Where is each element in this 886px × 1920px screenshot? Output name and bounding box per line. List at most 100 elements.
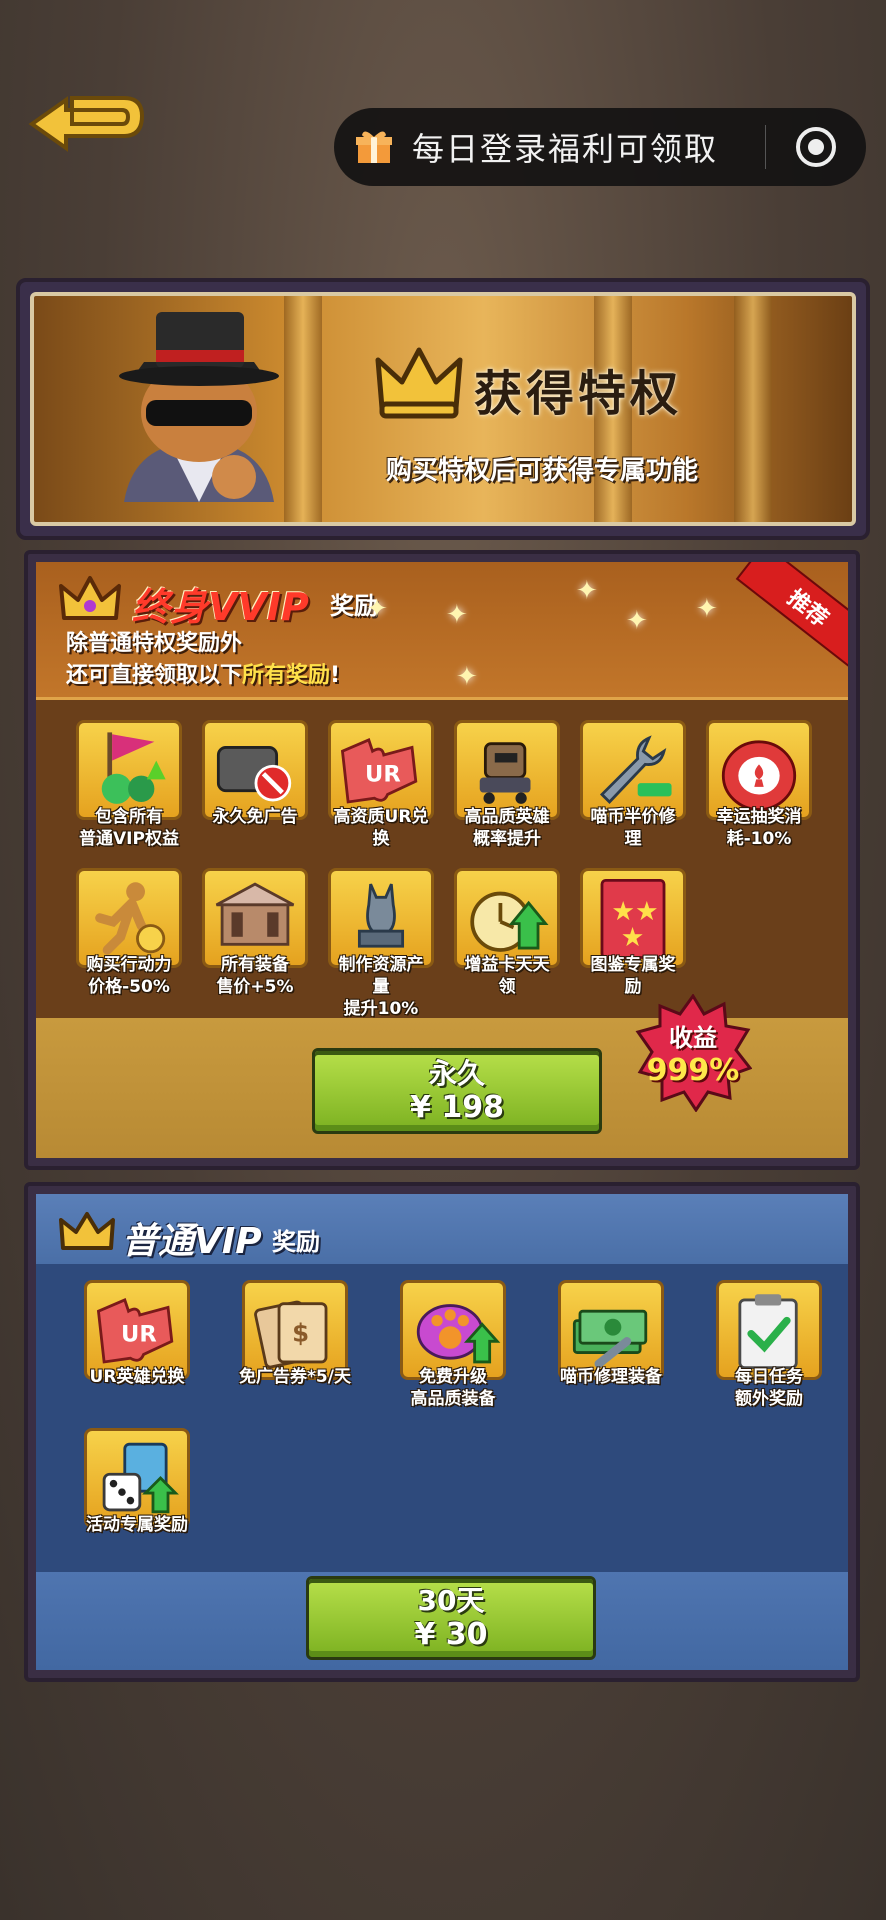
reward-label: 购买行动力 价格-50% [66, 954, 192, 998]
banner-title: 获得特权 [474, 366, 683, 422]
wrench-icon [580, 720, 686, 820]
reward-item[interactable]: 制作资源产量提升10% [318, 868, 444, 1020]
recommend-ribbon-label: 推荐 [782, 585, 833, 633]
reward-label: 喵币半价修理 [570, 806, 696, 850]
daily-login-text: 每日登录福利可领取 [412, 130, 719, 168]
sparkle-icon: ✦ [696, 594, 718, 624]
reward-item[interactable]: 免费升级 高品质装备 [374, 1280, 532, 1410]
reward-label-line1: 高资质UR兑 [333, 807, 429, 827]
crown-icon [375, 347, 463, 419]
buy-30day-duration: 30天 [417, 1584, 485, 1617]
burst-value: 999% [646, 1053, 740, 1088]
reward-label-line1: 制作资源产 [338, 955, 424, 975]
reward-item[interactable]: 包含所有 普通VIP权益 [66, 720, 192, 850]
daily-login-bar[interactable]: 每日登录福利可领取 [334, 108, 866, 186]
banner-subtitle: 购买特权后可获得专属功能 [386, 456, 699, 486]
back-arrow-icon [28, 96, 145, 152]
reward-item[interactable]: 喵币修理装备 [532, 1280, 690, 1410]
reward-label-line1: 喵币修理装备 [560, 1367, 662, 1387]
reward-label: 所有装备 售价+5% [192, 954, 318, 998]
ticket-cards-icon: $ [242, 1280, 348, 1380]
reward-label-line1: 图鉴专属奖 [590, 955, 676, 975]
svg-text:$: $ [292, 1318, 309, 1347]
vvip-header: 终身VVIP 奖励 除普通特权奖励外 还可直接领取以下所有奖励! ✦ ✦ ✦ ✦… [36, 562, 848, 700]
reward-label-line2: 售价+5% [216, 977, 294, 997]
reward-label-line1: 增益卡天天 [464, 955, 550, 975]
vvip-description: 除普通特权奖励外 还可直接领取以下所有奖励! [66, 628, 340, 692]
reward-item[interactable]: 永久免广告 [192, 720, 318, 850]
reward-label-line2: 价格-50% [88, 977, 170, 997]
reward-label-line2: 耗-10% [726, 829, 792, 849]
buy-lifetime-duration: 永久 [428, 1057, 485, 1090]
reward-label: 永久免广告 [192, 806, 318, 828]
reward-item[interactable]: 活动专属奖励 [58, 1428, 216, 1536]
runner-icon [76, 868, 182, 968]
reward-label: 活动专属奖励 [58, 1514, 216, 1536]
vip-title-suffix: 奖励 [272, 1228, 320, 1256]
sparkle-icon: ✦ [576, 576, 598, 606]
paw-upgrade-icon [400, 1280, 506, 1380]
reward-label-line2: 概率提升 [473, 829, 541, 849]
reward-item[interactable]: 喵币半价修理 [570, 720, 696, 850]
puzzle-ur-icon: UR [84, 1280, 190, 1380]
reward-label-line1: UR英雄兑换 [89, 1367, 185, 1387]
vvip-desc-line2: 还可直接领取以下所有奖励! [66, 663, 341, 688]
vvip-rewards-grid: 包含所有 普通VIP权益 永久免广告 UR 高资质UR兑换高品质英雄 概率提升 喵币半价修理… [66, 720, 826, 1038]
reward-label: 每日任务 额外奖励 [690, 1366, 848, 1410]
clipboard-check-icon [716, 1280, 822, 1380]
reward-label: 增益卡天天领 [444, 954, 570, 998]
reward-item[interactable]: 所有装备 售价+5% [192, 868, 318, 1020]
reward-label-line1: 免广告券*5/天 [239, 1367, 351, 1387]
reward-item[interactable]: 幸运抽奖消 耗-10% [696, 720, 822, 850]
no-ads-icon [202, 720, 308, 820]
vip-panel: 普通VIP 奖励 UR UR英雄兑换 $ 免广告券*5/天 免费升级 高品质装备 喵币修理装… [24, 1182, 860, 1682]
buy-lifetime-price: ¥ 198 [410, 1090, 504, 1125]
reward-item[interactable]: 每日任务 额外奖励 [690, 1280, 848, 1410]
sparkle-icon: ✦ [446, 600, 468, 630]
vvip-footer: 永久 ¥ 198 收益 999% [36, 994, 848, 1158]
vip-footer: 30天 ¥ 30 [36, 1572, 848, 1670]
svg-text:UR: UR [121, 1321, 157, 1347]
vvip-panel: 终身VVIP 奖励 除普通特权奖励外 还可直接领取以下所有奖励! ✦ ✦ ✦ ✦… [24, 550, 860, 1170]
back-button[interactable] [26, 86, 146, 156]
reward-item[interactable]: 增益卡天天领 [444, 868, 570, 1020]
target-icon[interactable] [766, 108, 866, 186]
sparkle-icon: ✦ [626, 606, 648, 636]
puzzle-ur-icon: UR [328, 720, 434, 820]
svg-text:UR: UR [365, 761, 401, 787]
sparkle-icon: ✦ [456, 662, 478, 692]
reward-label: 制作资源产量提升10% [318, 954, 444, 1020]
reward-label-line1: 包含所有 [95, 807, 163, 827]
reward-item[interactable]: 购买行动力 价格-50% [66, 868, 192, 1020]
purple-crown-icon [59, 576, 121, 620]
casino-chip-icon [706, 720, 812, 820]
reward-label-line2: 换 [372, 829, 390, 849]
profit-burst-badge: 收益 999% [634, 994, 752, 1112]
sparkle-icon: ✦ [366, 594, 388, 624]
stars-card-icon: ★★ ★ [580, 868, 686, 968]
reward-label-line1: 购买行动力 [86, 955, 172, 975]
reward-label: 幸运抽奖消 耗-10% [696, 806, 822, 850]
buy-lifetime-button[interactable]: 永久 ¥ 198 [312, 1048, 602, 1134]
buy-30day-button[interactable]: 30天 ¥ 30 [306, 1576, 596, 1660]
reward-label: 免广告券*5/天 [216, 1366, 374, 1388]
recommend-ribbon: 推荐 [735, 562, 848, 672]
reward-item[interactable]: $ 免广告券*5/天 [216, 1280, 374, 1410]
reward-label-line1: 幸运抽奖消 [716, 807, 802, 827]
reward-label-line2: 理 [624, 829, 642, 849]
privilege-banner: 获得特权 购买特权后可获得专属功能 [16, 278, 870, 540]
reward-label-line1: 所有装备 [221, 955, 289, 975]
reward-label: 高品质英雄 概率提升 [444, 806, 570, 850]
reward-item[interactable]: UR 高资质UR兑换 [318, 720, 444, 850]
reward-item[interactable]: 高品质英雄 概率提升 [444, 720, 570, 850]
svg-text:★: ★ [621, 923, 645, 953]
reward-label-line1: 永久免广告 [212, 807, 298, 827]
vvip-desc-line1: 除普通特权奖励外 [66, 631, 243, 656]
reward-label-line2: 普通VIP权益 [79, 829, 179, 849]
vvip-title: 终身VVIP [132, 585, 309, 629]
reward-item[interactable]: UR UR英雄兑换 [58, 1280, 216, 1410]
carousel-icon [202, 868, 308, 968]
dice-cards-icon [84, 1428, 190, 1528]
reward-label: 喵币修理装备 [532, 1366, 690, 1388]
money-wrench-icon [558, 1280, 664, 1380]
